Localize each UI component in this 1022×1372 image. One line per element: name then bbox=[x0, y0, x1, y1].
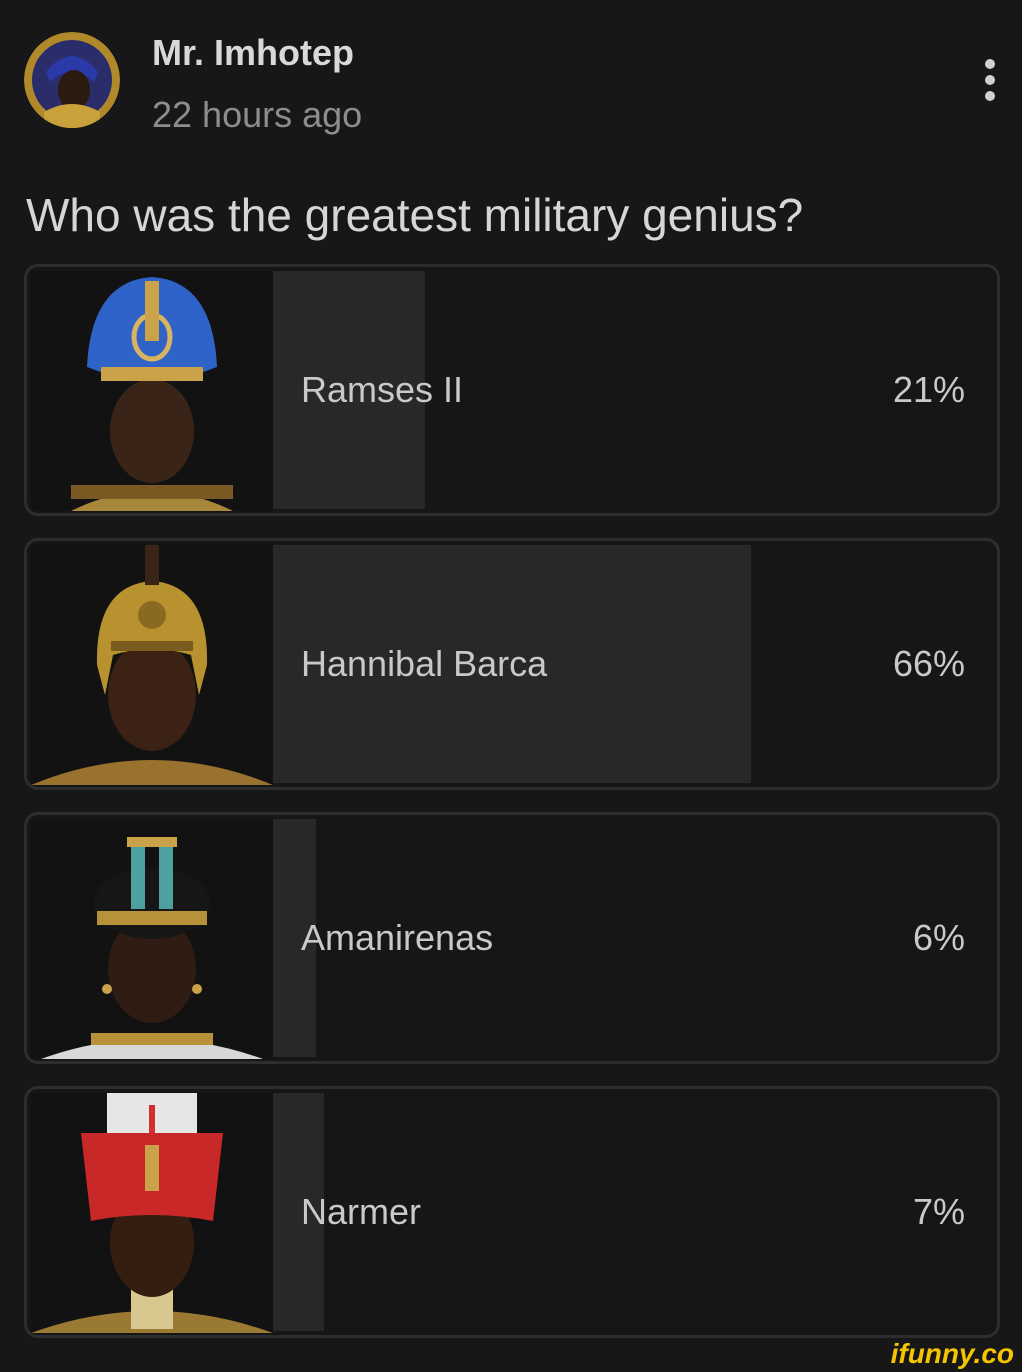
author-avatar[interactable] bbox=[24, 32, 120, 128]
poll-question: Who was the greatest military genius? bbox=[26, 189, 804, 241]
queen-crown-portrait-icon bbox=[31, 819, 273, 1059]
more-options-button[interactable] bbox=[972, 54, 1008, 114]
option-label: Ramses II bbox=[301, 369, 464, 410]
poll-bar: Hannibal Barca 66% bbox=[273, 541, 997, 787]
poll-bar: Amanirenas 6% bbox=[273, 815, 997, 1061]
option-percent: 21% bbox=[892, 369, 965, 410]
poll-bar: Narmer 7% bbox=[273, 1089, 997, 1335]
option-percent: 7% bbox=[912, 1191, 965, 1232]
avatar-image-icon bbox=[24, 32, 120, 128]
option-label: Amanirenas bbox=[301, 917, 494, 958]
poll-option-amanirenas[interactable]: Amanirenas 6% bbox=[24, 812, 1000, 1064]
poll-option-narmer[interactable]: Narmer 7% bbox=[24, 1086, 1000, 1338]
site-watermark: ifunny.co bbox=[890, 1338, 1014, 1369]
poll-bar: Ramses II 21% bbox=[273, 267, 997, 513]
pharaoh-red-crown-icon bbox=[31, 1093, 273, 1333]
option-percent: 66% bbox=[892, 643, 965, 684]
author-name[interactable]: Mr. Imhotep bbox=[152, 32, 354, 74]
poll-option-hannibal[interactable]: Hannibal Barca 66% bbox=[24, 538, 1000, 790]
post-timestamp: 22 hours ago bbox=[152, 94, 363, 135]
poll-option-ramses[interactable]: Ramses II 21% bbox=[24, 264, 1000, 516]
option-label: Narmer bbox=[301, 1191, 422, 1232]
portrait-ramses bbox=[31, 271, 273, 511]
portrait-hannibal bbox=[31, 545, 273, 785]
more-vertical-icon bbox=[985, 59, 995, 101]
helmet-portrait-icon bbox=[31, 545, 273, 785]
portrait-narmer bbox=[31, 1093, 273, 1333]
post-header: Mr. Imhotep 22 hours ago bbox=[0, 0, 1022, 160]
option-label: Hannibal Barca bbox=[301, 643, 548, 684]
option-percent: 6% bbox=[912, 917, 965, 958]
portrait-amanirenas bbox=[31, 819, 273, 1059]
pharaoh-blue-crown-icon bbox=[31, 271, 273, 511]
